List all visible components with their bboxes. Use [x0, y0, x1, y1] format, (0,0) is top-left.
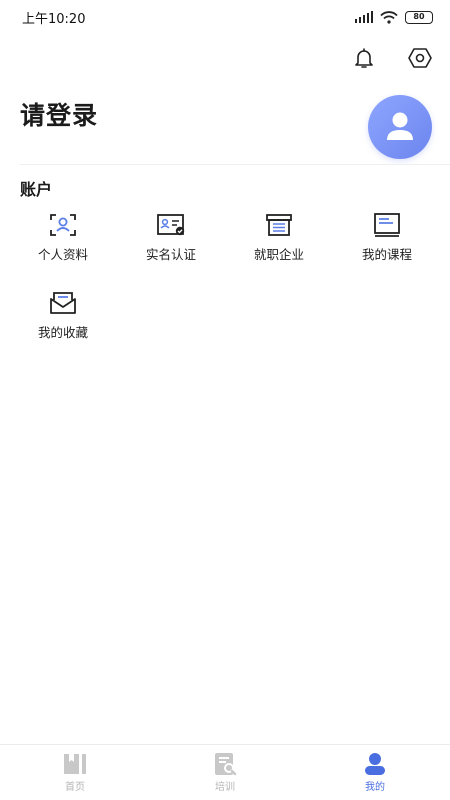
profile-entry[interactable]: 个人资料 — [9, 210, 117, 270]
grid-item-label: 就职企业 — [253, 247, 304, 262]
grid-item-label: 我的收藏 — [37, 325, 88, 340]
training-doc-icon — [215, 753, 237, 776]
tab-label: 培训 — [215, 782, 235, 793]
favorites-mail-icon — [50, 292, 76, 314]
settings-hexagon-icon[interactable] — [406, 44, 434, 72]
tab-training[interactable]: 培训 — [175, 752, 275, 793]
battery-icon: 80 — [405, 10, 433, 24]
profile-card-icon — [50, 214, 76, 236]
my-courses-entry[interactable]: 我的课程 — [333, 210, 441, 270]
real-name-verify-entry[interactable]: 实名认证 — [117, 210, 225, 270]
employer-entry[interactable]: 就职企业 — [225, 210, 333, 270]
avatar-user-icon — [387, 112, 413, 140]
account-grid: 个人资料 实名认证 就职企业 我的课程 我的收藏 — [0, 210, 450, 348]
grid-item-label: 实名认证 — [145, 247, 196, 262]
my-favorites-entry[interactable]: 我的收藏 — [9, 288, 117, 348]
avatar[interactable] — [368, 95, 432, 159]
status-time: 上午10:20 — [22, 11, 86, 27]
id-verify-icon — [157, 214, 185, 236]
grid-item-label: 我的课程 — [361, 247, 412, 262]
tab-label: 首页 — [65, 782, 85, 793]
tab-mine[interactable]: 我的 — [325, 752, 425, 793]
wifi-icon — [380, 10, 398, 24]
divider — [20, 164, 450, 165]
login-prompt[interactable]: 请登录 — [20, 96, 98, 132]
tab-label: 我的 — [365, 782, 385, 793]
user-icon — [365, 753, 385, 775]
course-book-icon — [374, 213, 400, 237]
home-book-icon — [64, 754, 86, 774]
notification-bell-icon[interactable] — [350, 44, 378, 72]
tab-home[interactable]: 首页 — [25, 752, 125, 793]
top-actions — [350, 44, 434, 72]
signal-icon — [355, 11, 373, 23]
status-bar: 上午10:20 80 — [0, 0, 450, 34]
bottom-tab-bar: 首页 培训 我的 — [0, 744, 450, 800]
account-section-title: 账户 — [20, 180, 53, 199]
grid-item-label: 个人资料 — [37, 247, 88, 262]
status-icons: 80 — [355, 10, 433, 24]
company-icon — [266, 214, 292, 236]
